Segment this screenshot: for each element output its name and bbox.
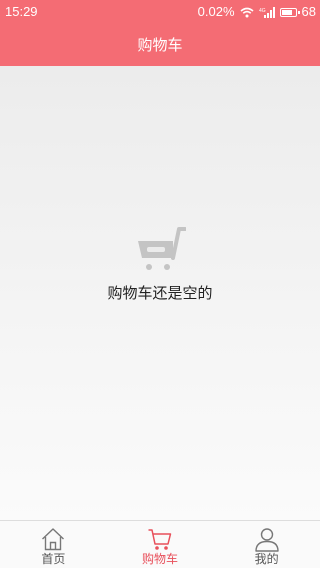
tab-label: 购物车 xyxy=(142,552,179,566)
empty-cart-message: 购物车还是空的 xyxy=(107,284,213,302)
status-time: 15:29 xyxy=(5,4,38,19)
battery-icon xyxy=(279,7,300,17)
battery-level: 68 xyxy=(301,4,316,19)
empty-cart-icon xyxy=(138,227,186,270)
cart-icon xyxy=(148,529,172,550)
home-icon xyxy=(42,528,65,551)
status-bar: 15:29 0.02% 4G 68 xyxy=(0,0,320,24)
svg-text:4G: 4G xyxy=(259,8,266,14)
tab-label: 我的 xyxy=(254,552,279,566)
tab-profile[interactable]: 我的 xyxy=(213,521,320,568)
status-indicators: 0.02% 4G 68 xyxy=(198,4,316,20)
wifi-icon xyxy=(240,7,254,17)
cart-content: 购物车还是空的 xyxy=(0,66,320,520)
network-speed: 0.02% xyxy=(197,4,235,19)
bottom-tab-bar: 首页 购物车 我的 xyxy=(0,520,320,568)
user-icon xyxy=(254,528,279,552)
page-title: 购物车 xyxy=(0,24,320,66)
app-screen: 15:29 0.02% 4G 68 购物车 购物车还是空的 首页 购物车 我的 xyxy=(0,0,320,568)
tab-label: 首页 xyxy=(41,552,66,566)
tab-home[interactable]: 首页 xyxy=(0,521,107,568)
signal-icon: 4G xyxy=(259,6,275,18)
tab-cart[interactable]: 购物车 xyxy=(107,521,214,568)
